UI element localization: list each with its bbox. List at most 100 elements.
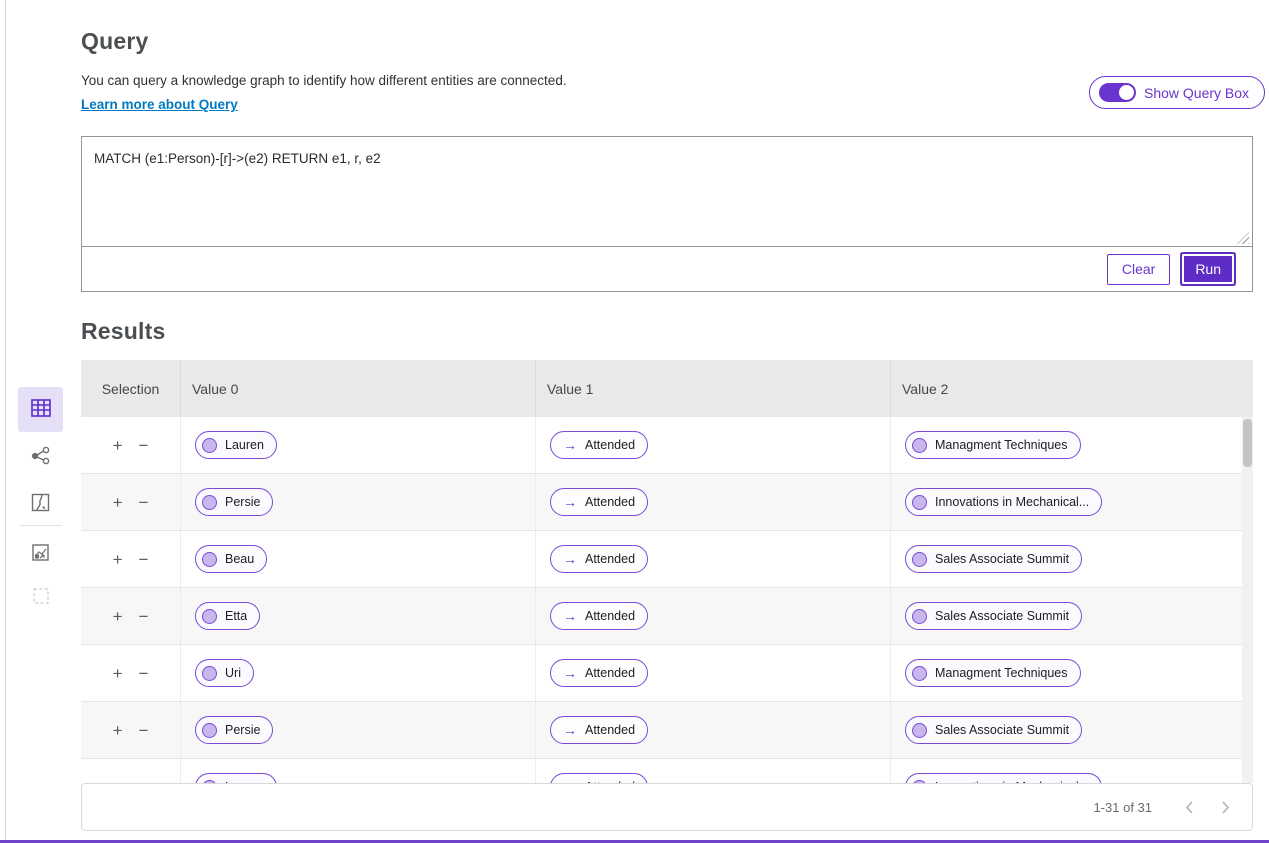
add-selection-button[interactable]: + xyxy=(113,722,123,739)
map-icon xyxy=(30,492,51,516)
query-description: You can query a knowledge graph to ident… xyxy=(81,73,567,88)
page-title: Query xyxy=(81,28,149,54)
relationship-chip[interactable]: → Attended xyxy=(550,488,649,516)
column-header-value0: Value 0 xyxy=(181,360,536,417)
remove-selection-button[interactable]: − xyxy=(139,551,149,568)
column-header-value2: Value 2 xyxy=(902,380,949,397)
arrow-right-icon: → xyxy=(563,722,577,738)
table-row: + − Beau → Attended Sales Associate Summ… xyxy=(81,531,1253,588)
add-selection-button[interactable]: + xyxy=(113,437,123,454)
arrow-right-icon: → xyxy=(563,494,577,510)
entity-node-icon xyxy=(912,551,927,567)
relationship-chip[interactable]: → Attended xyxy=(550,773,649,783)
selection-cell: + − xyxy=(81,531,181,587)
entity-node-icon xyxy=(202,665,217,681)
table-header-row: Selection Value 0 Value 1 Value 2 xyxy=(81,360,1253,417)
entity-chip[interactable]: Beau xyxy=(195,545,268,573)
results-title: Results xyxy=(81,318,166,344)
entity-chip[interactable]: Innovations in Mechanical... xyxy=(905,773,1103,783)
table-row: + − Lauren → Attended Innovations in Mec… xyxy=(81,759,1253,783)
entity-chip[interactable]: Sales Associate Summit xyxy=(905,545,1083,573)
sidebar-item-selection-tool[interactable] xyxy=(18,575,63,620)
results-table: Selection Value 0 Value 1 Value 2 + − La… xyxy=(81,360,1253,783)
table-scrollbar xyxy=(1242,417,1253,783)
entity-node-icon xyxy=(912,665,927,681)
link-chart-icon xyxy=(30,445,52,470)
entity-chip[interactable]: Uri xyxy=(195,659,254,687)
entity-chip[interactable]: Managment Techniques xyxy=(905,431,1081,459)
next-page-button[interactable] xyxy=(1212,794,1238,820)
entity-node-icon xyxy=(202,722,217,738)
column-header-selection: Selection xyxy=(81,360,181,417)
relationship-chip[interactable]: → Attended xyxy=(550,659,649,687)
run-button[interactable]: Run xyxy=(1182,254,1234,284)
relationship-chip[interactable]: → Attended xyxy=(550,431,649,459)
table-row: + − Persie → Attended Sales Associate Su… xyxy=(81,702,1253,759)
arrow-right-icon: → xyxy=(563,665,577,681)
entity-chip[interactable]: Persie xyxy=(195,716,274,744)
show-query-box-label: Show Query Box xyxy=(1144,84,1250,101)
entity-node-icon xyxy=(912,608,927,624)
pagination-range-label: 1-31 of 31 xyxy=(1093,799,1152,815)
selection-cell: + − xyxy=(81,588,181,644)
arrow-right-icon: → xyxy=(563,608,577,624)
entity-chip[interactable]: Etta xyxy=(195,602,261,630)
toolbar-divider xyxy=(20,525,62,526)
entity-node-icon xyxy=(202,608,217,624)
show-query-box-toggle[interactable]: Show Query Box xyxy=(1089,76,1266,109)
add-to-map-icon xyxy=(30,542,51,566)
entity-chip[interactable]: Sales Associate Summit xyxy=(905,716,1083,744)
toggle-switch-icon xyxy=(1099,83,1136,102)
learn-more-link[interactable]: Learn more about Query xyxy=(81,97,238,112)
remove-selection-button[interactable]: − xyxy=(139,608,149,625)
selection-cell: + − xyxy=(81,645,181,701)
dashed-selection-icon xyxy=(31,586,51,609)
table-scrollbar-thumb[interactable] xyxy=(1243,419,1252,467)
sidebar-item-link-chart-view[interactable] xyxy=(18,435,63,480)
add-selection-button[interactable]: + xyxy=(113,608,123,625)
clear-button[interactable]: Clear xyxy=(1106,253,1171,285)
table-row: + − Persie → Attended Innovations in Mec… xyxy=(81,474,1253,531)
entity-chip[interactable]: Sales Associate Summit xyxy=(905,602,1083,630)
entity-node-icon xyxy=(202,551,217,567)
query-box-panel: Clear Run xyxy=(81,136,1253,292)
sidebar-item-add-to-map[interactable] xyxy=(18,531,63,576)
entity-node-icon xyxy=(202,437,217,453)
query-input[interactable] xyxy=(82,137,1252,247)
remove-selection-button[interactable]: − xyxy=(139,437,149,454)
table-icon xyxy=(30,397,52,422)
entity-chip[interactable]: Persie xyxy=(195,488,274,516)
entity-node-icon xyxy=(912,722,927,738)
table-row: + − Uri → Attended Managment Techniques xyxy=(81,645,1253,702)
add-selection-button[interactable]: + xyxy=(113,551,123,568)
entity-node-icon xyxy=(912,437,927,453)
selection-cell: + − xyxy=(81,702,181,758)
add-selection-button[interactable]: + xyxy=(113,665,123,682)
table-body: + − Lauren → Attended Managment Techniqu… xyxy=(81,417,1253,783)
add-selection-button[interactable]: + xyxy=(113,494,123,511)
pagination-bar: 1-31 of 31 xyxy=(81,783,1253,831)
table-row: + − Lauren → Attended Managment Techniqu… xyxy=(81,417,1253,474)
selection-cell: + − xyxy=(81,474,181,530)
entity-chip[interactable]: Managment Techniques xyxy=(905,659,1081,687)
panel-left-border xyxy=(5,0,6,843)
knowledge-graph-query-page: Query You can query a knowledge graph to… xyxy=(0,0,1269,843)
prev-page-button[interactable] xyxy=(1176,794,1202,820)
relationship-chip[interactable]: → Attended xyxy=(550,716,649,744)
relationship-chip[interactable]: → Attended xyxy=(550,602,649,630)
remove-selection-button[interactable]: − xyxy=(139,494,149,511)
relationship-chip[interactable]: → Attended xyxy=(550,545,649,573)
query-actions-bar: Clear Run xyxy=(82,246,1252,291)
remove-selection-button[interactable]: − xyxy=(139,722,149,739)
entity-node-icon xyxy=(912,494,927,510)
entity-chip[interactable]: Innovations in Mechanical... xyxy=(905,488,1103,516)
table-row: + − Etta → Attended Sales Associate Summ… xyxy=(81,588,1253,645)
selection-cell: + − xyxy=(81,759,181,783)
arrow-right-icon: → xyxy=(563,437,577,453)
entity-chip[interactable]: Lauren xyxy=(195,431,277,459)
column-header-value1: Value 1 xyxy=(536,360,891,417)
sidebar-item-table-view[interactable] xyxy=(18,387,63,432)
entity-chip[interactable]: Lauren xyxy=(195,773,277,783)
sidebar-item-map-view[interactable] xyxy=(18,481,63,526)
remove-selection-button[interactable]: − xyxy=(139,665,149,682)
